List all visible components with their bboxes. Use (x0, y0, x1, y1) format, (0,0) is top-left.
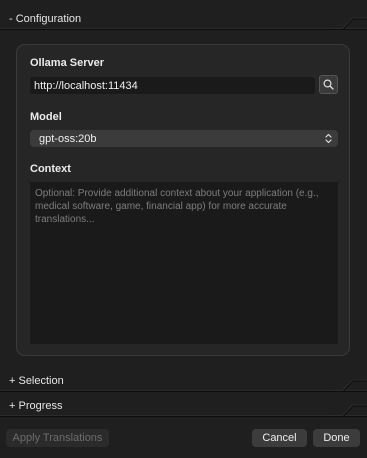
divider (0, 29, 367, 30)
ollama-server-label: Ollama Server (30, 57, 104, 69)
section-header-configuration-label: - Configuration (9, 13, 82, 25)
divider (0, 391, 367, 392)
chevron-up-down-icon (325, 133, 332, 144)
model-select-value: gpt-oss:20b (39, 132, 97, 145)
ollama-server-field[interactable] (30, 77, 315, 94)
context-label: Context (30, 163, 71, 175)
corner-notch-icon (333, 379, 367, 392)
corner-notch-icon (333, 404, 367, 417)
cancel-button[interactable]: Cancel (252, 429, 307, 447)
divider (0, 416, 367, 417)
section-header-selection[interactable]: + Selection (0, 370, 367, 392)
configuration-panel: Ollama Server Model gpt-oss:20b Context (16, 44, 350, 356)
section-header-selection-label: + Selection (9, 375, 64, 387)
section-header-progress-label: + Progress (9, 400, 63, 412)
search-icon (323, 79, 334, 90)
model-label: Model (30, 111, 62, 123)
apply-translations-button[interactable]: Apply Translations (6, 429, 109, 447)
corner-notch-icon (333, 17, 367, 30)
search-server-button[interactable] (319, 75, 338, 94)
context-textarea[interactable] (30, 182, 338, 344)
section-header-configuration[interactable]: - Configuration (0, 8, 367, 30)
model-select[interactable]: gpt-oss:20b (30, 130, 338, 147)
section-header-progress[interactable]: + Progress (0, 395, 367, 417)
done-button[interactable]: Done (313, 429, 360, 447)
